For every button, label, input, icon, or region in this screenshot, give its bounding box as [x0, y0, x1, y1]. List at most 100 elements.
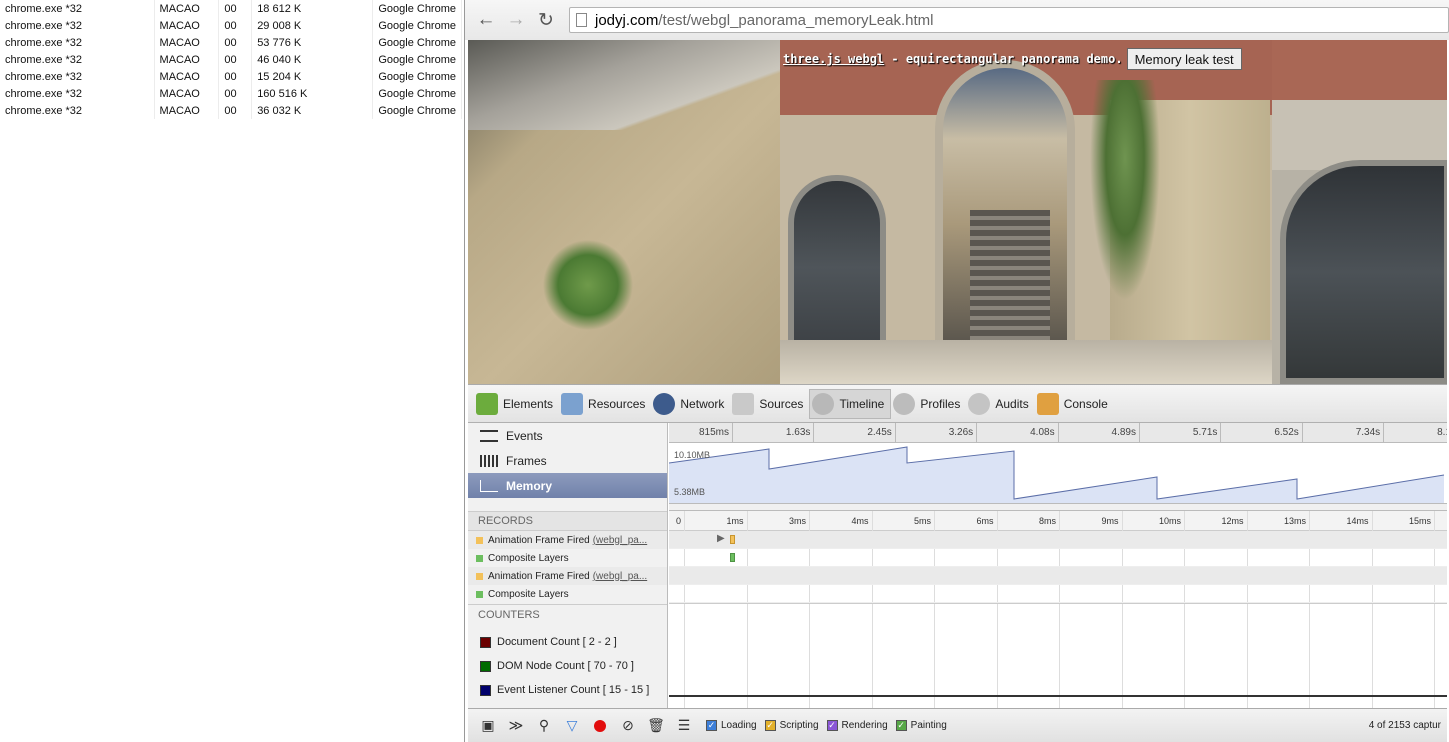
splitter[interactable] — [669, 503, 1447, 511]
process-user: MACAO — [154, 0, 220, 17]
record-color-swatch — [476, 536, 483, 544]
record-item[interactable]: Animation Frame Fired (webgl_pa... — [468, 567, 667, 585]
record-row[interactable]: ▶ — [669, 531, 1447, 549]
records-list: Animation Frame Fired (webgl_pa... Composi… — [468, 531, 667, 603]
counter-label: DOM Node Count [ 70 - 70 ] — [497, 660, 634, 672]
reload-button[interactable]: ↻ — [531, 5, 561, 35]
panorama-door — [788, 175, 886, 360]
counter-item[interactable]: Event Listener Count [ 15 - 15 ] — [468, 678, 667, 702]
process-name: chrome.exe *32 — [0, 51, 155, 68]
devtools-statusbar: ▣ ≫ ⚲ ▽ ⊘ 🗑 ☰ ✓ Loading ✓ Scripting ✓ Renderi… — [468, 708, 1447, 742]
address-bar[interactable]: jodyj.com/test/webgl_panorama_memoryLeak… — [569, 7, 1449, 33]
process-row[interactable]: chrome.exe *32 MACAO 00 29 008 K Google Chro… — [0, 17, 462, 34]
clear-icon[interactable]: ⊘ — [614, 713, 642, 739]
filter-label: Scripting — [779, 720, 819, 731]
record-color-swatch — [476, 554, 483, 562]
tab-elements[interactable]: Elements — [474, 389, 559, 419]
record-row[interactable] — [669, 567, 1447, 585]
search-icon[interactable]: ⚲ — [530, 713, 558, 739]
timeline-main: 815ms 1.63s 2.45s 3.26s 4.08s 4.89s 5.71s 6.52s… — [669, 423, 1447, 709]
tab-sources[interactable]: Sources — [730, 389, 809, 419]
tab-audits[interactable]: Audits — [966, 389, 1034, 419]
process-name: chrome.exe *32 — [0, 17, 155, 34]
record-source-link[interactable]: (webgl_pa... — [593, 535, 647, 546]
forward-button[interactable]: → — [501, 5, 531, 35]
filter-painting[interactable]: ✓ Painting — [895, 720, 947, 731]
overview-events[interactable]: Events — [468, 423, 667, 448]
filter-label: Rendering — [841, 720, 888, 731]
process-row[interactable]: chrome.exe *32 MACAO 00 53 776 K Google Chro… — [0, 34, 462, 51]
demo-info: three.js webgl - equirectangular panoram… — [783, 48, 1242, 70]
overview-memory[interactable]: Memory — [468, 473, 667, 498]
process-memory: 46 040 K — [251, 51, 374, 68]
checkbox-icon[interactable]: ✓ — [826, 720, 838, 731]
process-cpu: 00 — [218, 68, 253, 85]
counter-color-swatch[interactable] — [480, 660, 491, 672]
panorama-right-door — [1280, 160, 1447, 384]
tab-resources[interactable]: Resources — [559, 389, 651, 419]
elements-icon — [476, 392, 498, 415]
expand-arrow-icon[interactable]: ▶ — [717, 533, 725, 544]
panorama-stairs — [970, 210, 1050, 340]
memory-min-label: 5.38MB — [674, 487, 706, 497]
process-row[interactable]: chrome.exe *32 MACAO 00 18 612 K Google Chro… — [0, 0, 462, 17]
ruler-tick: 4.08s — [977, 423, 1059, 443]
process-name: chrome.exe *32 — [0, 0, 155, 17]
memory-leak-test-button[interactable]: Memory leak test — [1126, 48, 1242, 70]
console-drawer-icon[interactable]: ≫ — [502, 713, 530, 739]
process-row[interactable]: chrome.exe *32 MACAO 00 46 040 K Google Chro… — [0, 51, 462, 68]
filter-scripting[interactable]: ✓ Scripting — [764, 720, 819, 731]
tab-network[interactable]: Network — [651, 389, 730, 419]
process-row[interactable]: chrome.exe *32 MACAO 00 160 516 K Google Chr… — [0, 85, 462, 102]
timeline-sidebar: Events Frames Memory RECORDS Animation F… — [468, 423, 668, 709]
process-description: Google Chrome — [372, 102, 462, 119]
overview-frames[interactable]: Frames — [468, 448, 667, 473]
record-label: Animation Frame Fired — [488, 570, 590, 582]
record-count: 4 of 2153 captur — [1368, 720, 1441, 731]
checkbox-icon[interactable]: ✓ — [895, 720, 907, 731]
record-bar[interactable] — [730, 553, 735, 562]
process-row[interactable]: chrome.exe *32 MACAO 00 36 032 K Google Chro… — [0, 102, 462, 119]
webgl-canvas[interactable]: three.js webgl - equirectangular panoram… — [468, 40, 1447, 384]
process-row[interactable]: chrome.exe *32 MACAO 00 15 204 K Google Chro… — [0, 68, 462, 85]
counter-item[interactable]: Document Count [ 2 - 2 ] — [468, 630, 667, 654]
filter-loading[interactable]: ✓ Loading — [706, 720, 757, 731]
glue-records-icon[interactable]: ☰ — [670, 713, 698, 739]
record-bar[interactable] — [730, 535, 735, 544]
threejs-link[interactable]: three.js webgl — [783, 52, 884, 66]
filter-label: Loading — [721, 720, 757, 731]
process-user: MACAO — [154, 68, 220, 85]
record-item[interactable]: Composite Layers — [468, 585, 667, 603]
dock-icon[interactable]: ▣ — [474, 713, 502, 739]
record-button[interactable] — [586, 713, 614, 739]
profiles-icon — [893, 392, 916, 415]
process-memory: 29 008 K — [251, 17, 374, 34]
counter-color-swatch[interactable] — [480, 684, 491, 696]
record-color-swatch — [476, 572, 483, 580]
record-row[interactable] — [669, 549, 1447, 567]
counter-color-swatch[interactable] — [480, 636, 491, 648]
filter-rendering[interactable]: ✓ Rendering — [826, 720, 888, 731]
counter-item[interactable]: DOM Node Count [ 70 - 70 ] — [468, 654, 667, 678]
console-icon — [1036, 392, 1059, 415]
tab-timeline[interactable]: Timeline — [809, 388, 892, 419]
demo-description: - equirectangular panorama demo. — [884, 52, 1123, 66]
checkbox-icon[interactable]: ✓ — [706, 720, 717, 731]
record-source-link[interactable]: (webgl_pa... — [593, 571, 647, 582]
record-label: Composite Layers — [488, 588, 569, 600]
record-item[interactable]: Composite Layers — [468, 549, 667, 567]
filter-icon[interactable]: ▽ — [558, 713, 586, 739]
record-item[interactable]: Animation Frame Fired (webgl_pa... — [468, 531, 667, 549]
garbage-collect-icon[interactable]: 🗑 — [642, 713, 670, 739]
tab-console[interactable]: Console — [1035, 389, 1114, 419]
ruler-tick: 3.26s — [895, 423, 978, 443]
records-ruler: 0 1ms 3ms 4ms 5ms 6ms 8ms 9ms 10ms 12ms 13ms 14ms 15… — [669, 511, 1447, 709]
records-header: RECORDS — [468, 511, 667, 531]
checkbox-icon[interactable]: ✓ — [764, 720, 776, 731]
back-button[interactable]: ← — [471, 5, 501, 35]
tab-profiles[interactable]: Profiles — [891, 389, 966, 419]
memory-icon — [480, 479, 498, 492]
record-row[interactable] — [669, 585, 1447, 603]
frames-icon — [480, 454, 498, 467]
process-memory: 53 776 K — [251, 34, 374, 51]
